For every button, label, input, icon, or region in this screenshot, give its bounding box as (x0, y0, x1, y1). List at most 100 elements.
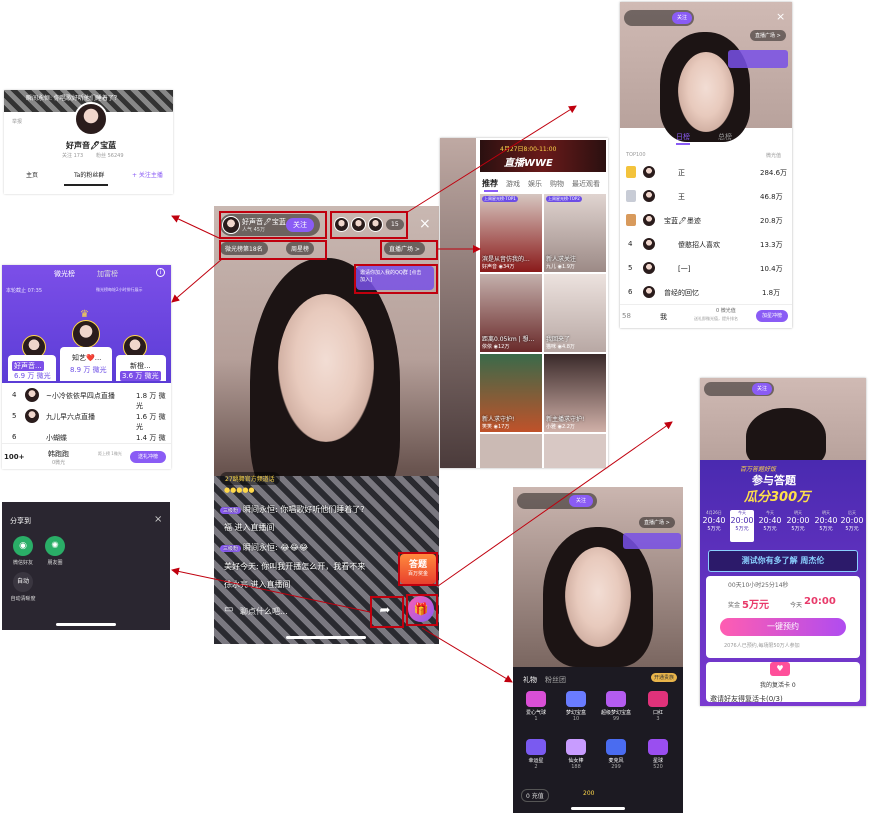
rank-row-name: ~小冷依依早四点直播 (46, 392, 115, 400)
system-message: 27跳舞官方频道话 (220, 472, 280, 485)
gift-item[interactable]: 星球 520 (641, 739, 675, 770)
chat-text: 瞬间永恒: 你唱歌好听他们睡着了? (243, 505, 365, 514)
preview-follow[interactable]: 关注 (672, 12, 692, 24)
chat-message[interactable]: 福 进入直播间 (224, 522, 275, 533)
tab-daily[interactable]: 日榜 (676, 132, 690, 142)
chat-message[interactable]: 徐水亮 进入直播间 (224, 579, 291, 590)
quiz-slot[interactable]: 今天 20:40 5万元 (758, 510, 782, 532)
live-tile[interactable] (544, 434, 606, 468)
heart-icon: ♥ (770, 662, 790, 676)
rank-panel: 微光榜 加富榜 i 本轮截止 07:35 微光榜每轮2小时排行展示 ♛ 好声音.… (2, 265, 171, 469)
quiz-slot-selected[interactable]: 今天 20:00 5万元 (730, 510, 754, 542)
rank-row-value: 1.4 万 微光 (136, 434, 166, 441)
arrow-to-profile (171, 215, 220, 239)
my-value: 0 微光值 (716, 308, 736, 314)
guard-value: 20.8万 (760, 217, 783, 225)
guard-avatar (642, 213, 656, 227)
chat-message[interactable]: 美好今天: 你叫我开播怎么开，我看不来 (224, 561, 365, 572)
reserve-button[interactable]: 一键预约 (720, 618, 846, 636)
podium-value-2: 6.9 万 微光 (14, 372, 51, 380)
quiz-slot[interactable]: 4月26日 20:40 5万元 (702, 510, 726, 532)
quiz-slot[interactable]: 明天 20:00 5万元 (786, 510, 810, 532)
gift-price: 299 (611, 764, 621, 770)
boost-rank-button[interactable]: 加星冲榜 (756, 310, 788, 322)
quiz-event-panel: 关注 百万答题好饭 参与答题 瓜分300万 4月26日 20:40 5万元 今天 20… (700, 378, 866, 706)
tab-glow-rank[interactable]: 微光榜 (54, 269, 75, 279)
quiz-slot[interactable]: 后天 20:00 5万元 (840, 510, 864, 532)
close-icon[interactable]: × (419, 216, 431, 232)
rank-row[interactable]: 4 ~小冷依依早四点直播 1.8 万 微光 (2, 385, 171, 410)
rank-number: 6 (12, 433, 17, 441)
live-tile[interactable]: 上周星光榜·TOP2 新人求关注 九儿 ◉1.9万 (544, 194, 606, 272)
quiz-preview-follow[interactable]: 关注 (752, 383, 772, 395)
live-tile[interactable] (480, 434, 542, 468)
tab-fan-club[interactable]: 粉丝团 (545, 675, 566, 685)
quiz-ad-banner[interactable]: 测试你有多了解 周杰伦 (708, 550, 858, 572)
moments-label: 朋友圈 (47, 560, 63, 566)
rank-row[interactable]: 6 小蝴蝶 1.4 万 微光 (2, 427, 171, 441)
gift-name: 麦克风 (608, 758, 624, 764)
open-noble-button[interactable]: 开通贵族 (651, 673, 678, 682)
gift-item[interactable]: 仙女棒 188 (559, 739, 593, 770)
star-gift-icon (526, 739, 546, 755)
tab-fan-group[interactable]: Ta的粉丝群 (74, 170, 104, 179)
send-gift-rank-button[interactable]: 送礼冲榜 (130, 451, 166, 463)
gift-item[interactable]: 口红 3 (641, 691, 675, 722)
recharge-balance[interactable]: 0 充值 (521, 789, 549, 802)
today-label: 今天 (790, 602, 803, 609)
gift-preview-follow[interactable]: 关注 (569, 495, 593, 507)
preview-face (678, 52, 734, 132)
live-tile[interactable]: 我回来了 猫咪 ◉4.8万 (544, 274, 606, 352)
chat-message[interactable]: 三级粉 瞬间永恒: 你唱歌好听他们睡着了? (220, 504, 365, 515)
follow-host-link[interactable]: + 关注主播 (132, 170, 163, 179)
info-icon[interactable]: i (156, 268, 165, 277)
moments-button[interactable]: ✺ 朋友圈 (40, 536, 70, 566)
live-tile[interactable]: 上周星光榜·TOP1 滨是从音仿我的... 好声音 ◉34万 (480, 194, 542, 272)
close-icon[interactable]: × (154, 514, 162, 525)
gift-item[interactable]: 爱心气球 1 (519, 691, 553, 722)
highlight-plaza (380, 240, 438, 260)
gift-item[interactable]: 超级梦幻宝盒 99 (599, 691, 633, 722)
quiz-slot[interactable]: 明天 20:40 5万元 (814, 510, 838, 532)
live-tile[interactable]: 距离0.05km | 想... 依依 ◉12万 (480, 274, 542, 352)
tab-underline (676, 143, 690, 145)
gift-preview-invite (623, 533, 681, 549)
tab-rich-rank[interactable]: 加富榜 (97, 269, 118, 279)
chat-icon[interactable]: ▭ (224, 604, 233, 615)
auto-quality-button[interactable]: 自动 自动清晰度 (8, 572, 38, 602)
tab-underline (64, 184, 108, 186)
tab-total[interactable]: 总榜 (718, 132, 732, 142)
chat-input[interactable]: 聊点什么吧... (240, 606, 288, 617)
banner-date: 4月27日8:00-11:00 (500, 146, 557, 153)
tab-recent[interactable]: 最近观看 (572, 179, 600, 189)
gift-item[interactable]: 麦克风 299 (599, 739, 633, 770)
live-tile[interactable]: 新人求守护! 笑笑 ◉17万 (480, 354, 542, 432)
gift-item[interactable]: 梦幻宝盒 10 (559, 691, 593, 722)
invite-revive[interactable]: 邀请好友得复活卡(0/3) (710, 694, 783, 704)
tab-games[interactable]: 游戏 (506, 179, 520, 189)
wand-gift-icon (566, 739, 586, 755)
prize-amount: 5万元 (742, 600, 769, 611)
stream-face (278, 294, 374, 442)
preview-plaza[interactable]: 直播广场 > (750, 30, 786, 41)
quality-label: 自动清晰度 (10, 596, 36, 602)
chat-message[interactable]: 三级粉 瞬间永恒: 😂😂😂 (220, 542, 308, 553)
close-icon[interactable]: × (776, 10, 785, 23)
rank-row[interactable]: 5 九儿早六点直播 1.6 万 微光 (2, 406, 171, 431)
live-tile[interactable]: 新主播求守护! 小雅 ◉2.2万 (544, 354, 606, 432)
highlight-gift (406, 594, 438, 626)
home-indicator (571, 807, 625, 810)
highlight-qq-invite (354, 264, 438, 294)
tab-shopping[interactable]: 购物 (550, 179, 564, 189)
rank-number: 5 (12, 412, 17, 420)
tab-entertainment[interactable]: 娱乐 (528, 179, 542, 189)
tab-gift[interactable]: 礼物 (523, 675, 537, 685)
tab-recommend[interactable]: 推荐 (482, 178, 498, 189)
share-title: 分享到 (10, 517, 31, 525)
wechat-friend-button[interactable]: ◉ 微信好友 (8, 536, 38, 566)
gift-preview-plaza[interactable]: 直播广场 > (639, 517, 675, 528)
tab-home[interactable]: 主页 (26, 170, 38, 179)
quiz-schedule: 4月26日 20:40 5万元 今天 20:00 5万元 今天 20:40 5万元 明天 20… (700, 510, 866, 542)
gift-item[interactable]: 幸运星 2 (519, 739, 553, 770)
report-link[interactable]: 举报 (12, 118, 22, 125)
